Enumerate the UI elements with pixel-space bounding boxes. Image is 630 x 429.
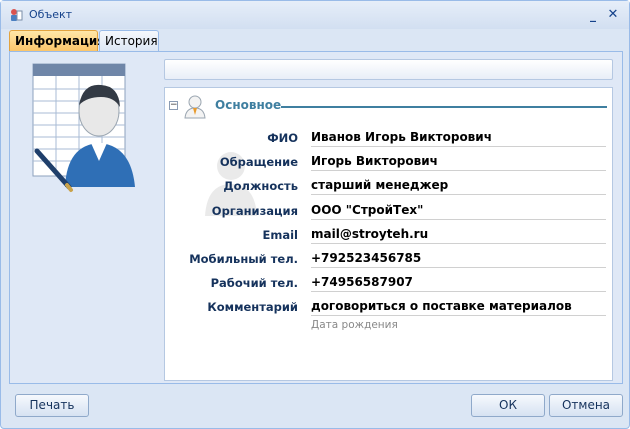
field-value[interactable]: Игорь Викторович [311, 149, 606, 171]
window-title: Объект [29, 8, 73, 21]
section-divider [281, 106, 607, 108]
field-value[interactable]: договориться о поставке материалов [311, 294, 606, 316]
field-value[interactable]: Иванов Игорь Викторович [311, 125, 606, 147]
field-value[interactable]: +74956587907 [311, 270, 606, 292]
section-collapse-toggle[interactable]: − [169, 101, 178, 110]
tab-history[interactable]: История [99, 30, 159, 51]
field-label: Организация [211, 204, 298, 218]
title-bar[interactable]: Объект _ ✕ [1, 1, 629, 29]
field-row-work-phone: Рабочий тел. +74956587907 [164, 270, 613, 294]
tab-information[interactable]: Информация [9, 30, 105, 51]
minimize-icon[interactable]: _ [585, 7, 601, 23]
field-row-organization: Организация ООО "СтройТех" [164, 198, 613, 222]
ok-button[interactable]: ОК [471, 394, 545, 417]
field-label: Email [262, 228, 298, 242]
field-label: Мобильный тел. [189, 252, 298, 266]
object-window: Объект _ ✕ Информация История − Основное… [0, 0, 630, 429]
field-label: Обращение [219, 155, 298, 169]
field-label: Должность [223, 179, 298, 193]
field-row-salutation: Обращение Игорь Викторович [164, 149, 613, 173]
close-icon[interactable]: ✕ [605, 7, 621, 23]
cancel-button[interactable]: Отмена [549, 394, 623, 417]
header-strip [164, 59, 613, 80]
field-label: ФИО [267, 131, 298, 145]
field-label: Комментарий [207, 300, 298, 314]
field-row-position: Должность старший менеджер [164, 173, 613, 197]
person-icon [184, 95, 206, 119]
field-value[interactable]: mail@stroyteh.ru [311, 222, 606, 244]
section-title: Основное [215, 98, 282, 112]
print-button[interactable]: Печать [15, 394, 89, 417]
field-value[interactable]: +792523456785 [311, 246, 606, 268]
contact-avatar-illustration [32, 63, 135, 192]
field-label: Рабочий тел. [210, 276, 298, 290]
field-row-mobile-phone: Мобильный тел. +792523456785 [164, 246, 613, 270]
field-value[interactable]: ООО "СтройТех" [311, 198, 606, 220]
field-value[interactable]: старший менеджер [311, 173, 606, 195]
field-row-full-name: ФИО Иванов Игорь Викторович [164, 125, 613, 149]
birth-date-hint[interactable]: Дата рождения [311, 319, 398, 331]
field-row-comment: Комментарий договориться о поставке мате… [164, 294, 613, 318]
contact-book-icon [11, 9, 23, 21]
field-row-email: Email mail@stroyteh.ru [164, 222, 613, 246]
